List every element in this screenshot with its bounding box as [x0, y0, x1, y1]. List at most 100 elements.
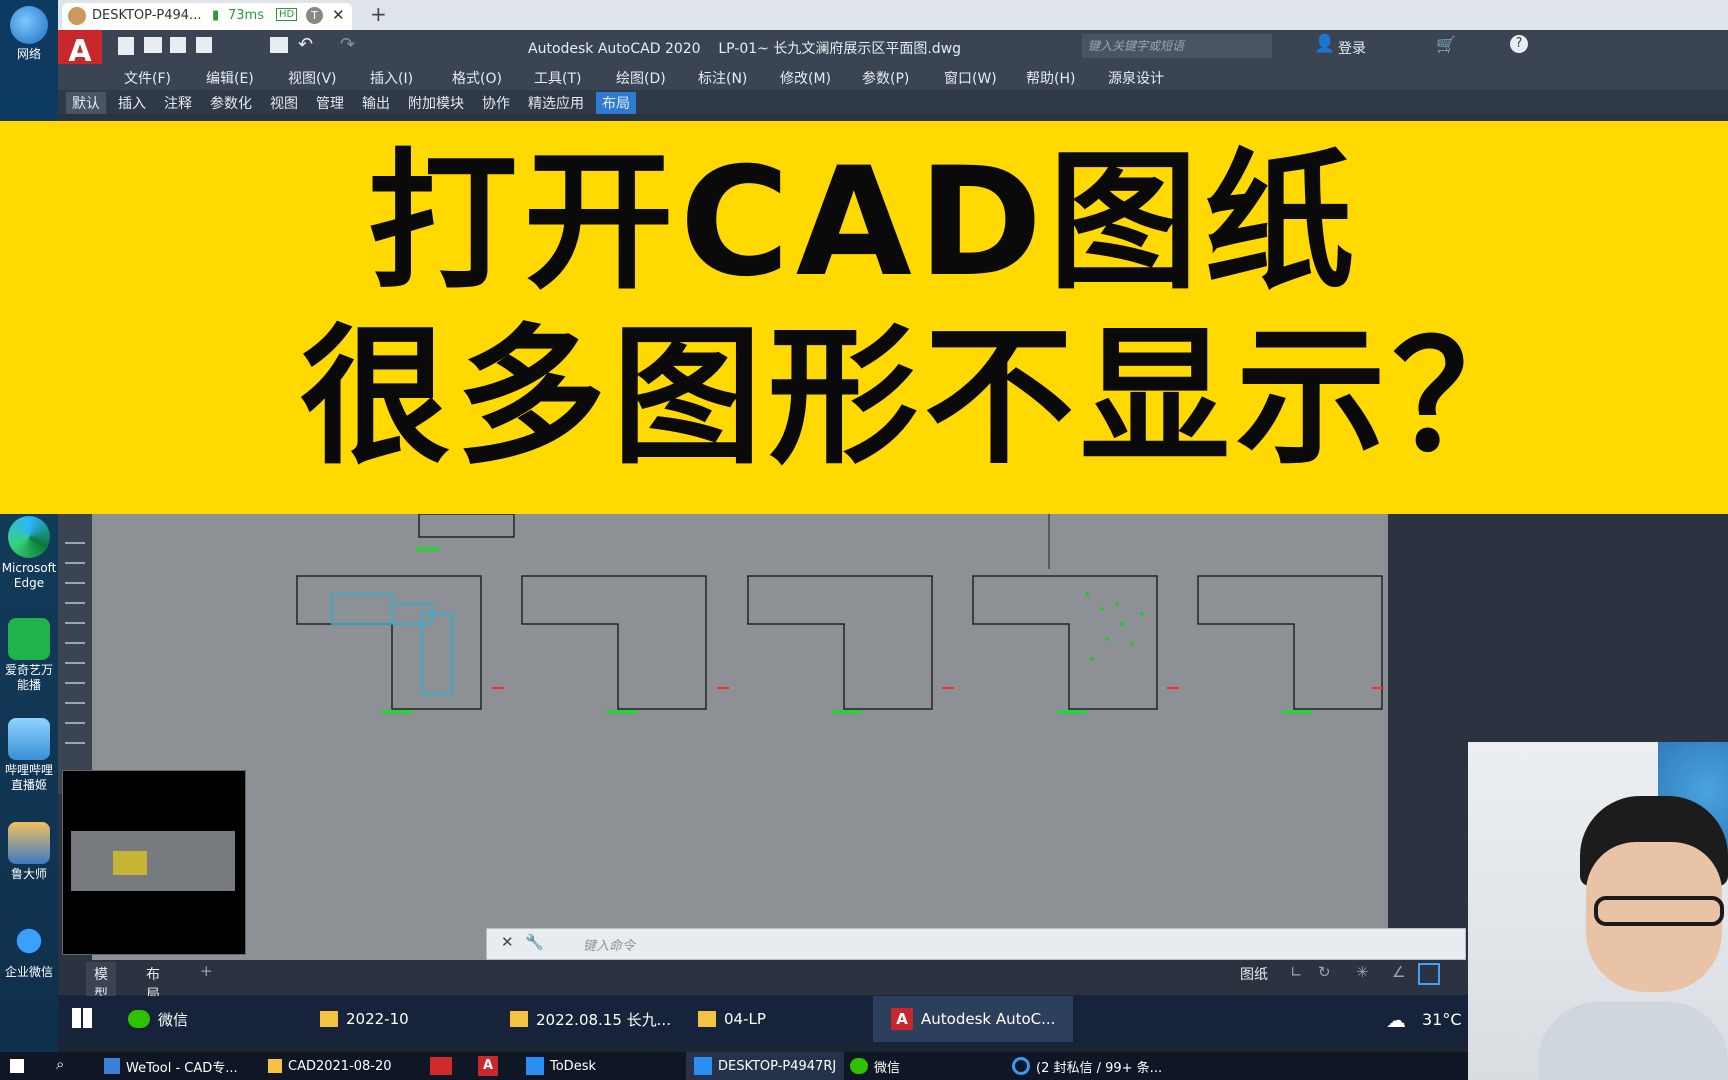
- taskbar-item-wechat[interactable]: 微信: [128, 996, 188, 1042]
- layout-tab-bar: [58, 958, 1298, 988]
- l-shape-4: [972, 575, 1158, 710]
- cart-icon[interactable]: 🛒: [1436, 35, 1456, 54]
- menu-item[interactable]: 修改(M): [780, 68, 831, 88]
- menu-item[interactable]: 视图(V): [288, 68, 337, 88]
- desktop-icon-label: 爱奇艺万能播: [4, 663, 53, 692]
- taskbar-item-folder-04-lp[interactable]: 04-LP: [698, 996, 766, 1042]
- ribbon-tab[interactable]: 视图: [264, 92, 304, 114]
- ribbon-tab[interactable]: 管理: [310, 92, 350, 114]
- desktop-icon-label: Microsoft Edge: [1, 561, 57, 590]
- lineweight-icon[interactable]: ∠: [1392, 963, 1405, 981]
- folder-icon: [268, 1059, 282, 1073]
- user-icon[interactable]: 👤: [1314, 34, 1335, 54]
- menu-item[interactable]: 帮助(H): [1026, 68, 1075, 88]
- desktop-icon-bilibili[interactable]: 哔哩哔哩直播姬: [0, 718, 58, 793]
- host-item-messages[interactable]: (2 封私信 / 99+ 条...: [1012, 1052, 1162, 1080]
- command-input[interactable]: 键入命令: [583, 935, 635, 954]
- ribbon-tab[interactable]: 注释: [158, 92, 198, 114]
- snap-icon[interactable]: ∟: [1290, 963, 1303, 981]
- drawing-canvas[interactable]: [92, 513, 1388, 960]
- desktop-icon-ludashi[interactable]: 鲁大师: [0, 822, 58, 882]
- desktop-icon-label: 企业微信: [4, 965, 53, 979]
- status-mode-label[interactable]: 图纸: [1240, 964, 1268, 984]
- host-search-icon[interactable]: ⌕: [56, 1055, 64, 1073]
- help-icon[interactable]: ?: [1510, 35, 1528, 53]
- host-label: (2 封私信 / 99+ 条...: [1036, 1060, 1163, 1076]
- desktop-icon-label: 网络: [16, 47, 41, 61]
- host-item-desktop-session[interactable]: DESKTOP-P4947RJ: [686, 1052, 845, 1080]
- close-tab-icon[interactable]: ✕: [332, 6, 345, 24]
- hd-badge[interactable]: HD: [276, 8, 298, 21]
- wps-icon[interactable]: [430, 1057, 452, 1075]
- weather-temperature[interactable]: 31°C: [1422, 1010, 1462, 1029]
- login-button[interactable]: 登录: [1338, 38, 1366, 58]
- search-input[interactable]: 键入关键字或短语: [1088, 37, 1184, 54]
- l-shape-5: [1197, 575, 1383, 710]
- ribbon-tab[interactable]: 参数化: [204, 92, 258, 114]
- ribbon-tab[interactable]: 插入: [112, 92, 152, 114]
- ribbon-tab[interactable]: 协作: [476, 92, 516, 114]
- menu-item[interactable]: 绘图(D): [616, 68, 666, 88]
- desktop-icon-iqiyi[interactable]: 爱奇艺万能播: [0, 618, 58, 693]
- menu-item[interactable]: 格式(O): [452, 68, 502, 88]
- desktop-icon-wecom[interactable]: 企业微信: [0, 920, 58, 980]
- preview-highlight: [113, 851, 147, 875]
- remote-session-tab[interactable]: DESKTOP-P494... ▮ 73ms HD T ✕: [62, 3, 352, 30]
- search-box[interactable]: 键入关键字或短语: [1082, 34, 1272, 58]
- viewport-icon[interactable]: [1418, 963, 1440, 985]
- taskbar-item-folder-2022-08-15[interactable]: 2022.08.15 长九...: [510, 996, 671, 1042]
- tool-icon-column[interactable]: [65, 524, 85, 744]
- undo-icon[interactable]: ↶: [298, 34, 313, 55]
- host-item-wetool[interactable]: WeTool - CAD专...: [104, 1052, 238, 1080]
- t-badge[interactable]: T: [306, 7, 323, 24]
- ribbon-tab[interactable]: 精选应用: [522, 92, 590, 114]
- taskbar-label: 2022.08.15 长九...: [536, 1010, 671, 1029]
- plot-icon[interactable]: [270, 37, 288, 53]
- drawing-block: [418, 513, 515, 538]
- banner-line-2: 很多图形不显示？: [299, 311, 1548, 485]
- menu-item[interactable]: 文件(F): [124, 68, 171, 88]
- save-icon[interactable]: [170, 37, 186, 53]
- command-line[interactable]: ✕ 🔧 键入命令: [486, 928, 1466, 960]
- add-layout-button[interactable]: +: [200, 962, 213, 980]
- open-file-icon[interactable]: [144, 37, 162, 53]
- new-tab-button[interactable]: +: [370, 2, 387, 26]
- ribbon-tab[interactable]: 附加模块: [402, 92, 470, 114]
- taskbar-item-autocad[interactable]: A Autodesk AutoC...: [873, 996, 1074, 1042]
- autocad-host-icon[interactable]: A: [478, 1056, 498, 1076]
- session-title: DESKTOP-P494...: [92, 8, 202, 23]
- start-windows-icon[interactable]: [72, 1008, 92, 1028]
- redo-icon[interactable]: ↷: [340, 34, 355, 55]
- close-command-icon[interactable]: ✕: [501, 933, 514, 951]
- save-as-icon[interactable]: [196, 37, 212, 53]
- taskbar-item-folder-2022-10[interactable]: 2022-10: [320, 996, 409, 1042]
- ribbon-tab[interactable]: 输出: [356, 92, 396, 114]
- host-item-todesk[interactable]: ToDesk: [526, 1052, 596, 1080]
- host-item-cad-folder[interactable]: CAD2021-08-20: [268, 1052, 392, 1080]
- menu-item[interactable]: 窗口(W): [944, 68, 997, 88]
- taskbar-label: 04-LP: [724, 1010, 766, 1028]
- weather-cloud-icon: ☁: [1386, 1008, 1406, 1032]
- desktop-icon-edge[interactable]: Microsoft Edge: [0, 516, 58, 591]
- menu-item[interactable]: 插入(I): [370, 68, 413, 88]
- menu-item[interactable]: 编辑(E): [206, 68, 254, 88]
- ribbon-tab[interactable]: 布局: [596, 92, 636, 114]
- ribbon-tab[interactable]: 默认: [66, 92, 106, 114]
- desktop-icon-network[interactable]: 网络: [0, 6, 58, 62]
- host-start-icon[interactable]: [10, 1059, 24, 1073]
- wecom-icon: [8, 920, 50, 962]
- customize-wrench-icon[interactable]: 🔧: [525, 933, 544, 951]
- osnap-icon[interactable]: ✳: [1356, 963, 1369, 981]
- new-file-icon[interactable]: [118, 37, 134, 55]
- left-tool-strip: [58, 514, 92, 794]
- host-taskbar: ⌕ WeTool - CAD专... CAD2021-08-20 A ToDes…: [0, 1052, 1468, 1080]
- l-shape-3: [747, 575, 933, 710]
- navigation-preview[interactable]: [62, 770, 246, 955]
- folder-icon: [320, 1011, 338, 1027]
- menu-item[interactable]: 标注(N): [698, 68, 747, 88]
- host-item-wechat[interactable]: 微信: [850, 1052, 900, 1080]
- menu-item[interactable]: 参数(P): [862, 68, 909, 88]
- polar-icon[interactable]: ↻: [1318, 963, 1331, 981]
- menu-item[interactable]: 源泉设计: [1108, 68, 1164, 88]
- menu-item[interactable]: 工具(T): [534, 68, 581, 88]
